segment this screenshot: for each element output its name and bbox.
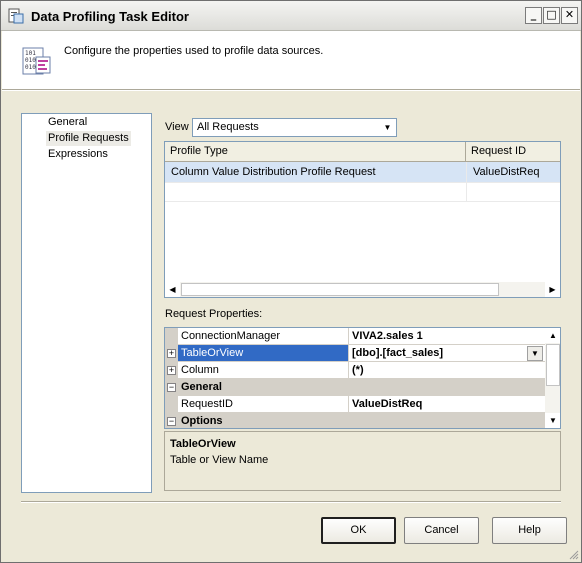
scroll-up-icon[interactable]: ▲ (545, 328, 560, 343)
category-name: Options (181, 415, 223, 427)
property-grid: ConnectionManager VIVA2.sales 1 + TableO… (164, 327, 561, 429)
row-margin (165, 328, 178, 345)
cell-profile-type: Column Value Distribution Profile Reques… (171, 166, 376, 178)
vertical-scrollbar[interactable]: ▲ ▼ (545, 328, 560, 428)
property-description-pane: TableOrView Table or View Name (164, 431, 561, 491)
nav-item-profile-requests[interactable]: Profile Requests (46, 131, 131, 146)
maximize-icon: □ (546, 8, 557, 21)
property-row-table-or-view[interactable]: + TableOrView [dbo].[fact_sales] ▼ (165, 345, 545, 362)
column-header-profile-type[interactable]: Profile Type (170, 145, 228, 157)
property-value[interactable]: (*) (352, 364, 364, 376)
column-line (348, 345, 349, 362)
minimize-icon: _ (530, 8, 537, 21)
nav-item-general[interactable]: General (46, 115, 89, 130)
svg-text:010: 010 (25, 64, 36, 71)
nav-list: General Profile Requests Expressions (21, 113, 152, 493)
property-name: Column (181, 364, 219, 376)
property-row-column[interactable]: + Column (*) (165, 362, 545, 379)
scroll-thumb[interactable] (181, 283, 499, 296)
help-button[interactable]: Help (492, 517, 567, 544)
footer-divider-highlight (21, 502, 561, 503)
header-description: Configure the properties used to profile… (64, 45, 324, 57)
dropdown-arrow-icon[interactable]: ▼ (527, 346, 543, 361)
column-header-request-id[interactable]: Request ID (471, 145, 526, 157)
row-line (165, 201, 560, 202)
requests-grid: Profile Type Request ID Column Value Dis… (164, 141, 561, 298)
nav-item-expressions[interactable]: Expressions (46, 147, 110, 162)
property-value[interactable]: VIVA2.sales 1 (352, 330, 423, 342)
column-line (466, 162, 467, 202)
maximize-button[interactable]: □ (543, 7, 560, 24)
column-line (348, 328, 349, 345)
view-dropdown[interactable]: All Requests ▼ (192, 118, 397, 137)
category-name: General (181, 381, 222, 393)
title-bar[interactable]: Data Profiling Task Editor _ □ ✕ (1, 1, 581, 31)
row-line (165, 182, 560, 183)
expand-plus-icon[interactable]: + (167, 349, 176, 358)
property-name: RequestID (181, 398, 233, 410)
close-icon: ✕ (564, 8, 575, 21)
request-properties-label: Request Properties: (165, 308, 263, 320)
horizontal-scrollbar[interactable]: ◀ ▶ (165, 282, 560, 297)
category-row-general[interactable]: − General (165, 379, 545, 396)
property-name: TableOrView (181, 347, 244, 359)
app-icon (8, 8, 24, 24)
collapse-minus-icon[interactable]: − (167, 383, 176, 392)
column-line (348, 362, 349, 379)
scroll-down-icon[interactable]: ▼ (545, 413, 560, 428)
cell-request-id: ValueDistReq (473, 166, 540, 178)
property-value[interactable]: ValueDistReq (352, 398, 422, 410)
view-dropdown-value: All Requests (197, 121, 259, 133)
column-separator[interactable] (465, 142, 466, 162)
resize-grip-icon[interactable] (567, 548, 579, 560)
cancel-button[interactable]: Cancel (404, 517, 479, 544)
property-name: ConnectionManager (181, 330, 281, 342)
ok-button[interactable]: OK (321, 517, 396, 544)
svg-text:101: 101 (25, 50, 36, 57)
column-line (348, 396, 349, 413)
scroll-thumb[interactable] (546, 344, 560, 386)
header-banner: 101 010 010 Configure the properties use… (2, 31, 580, 89)
minimize-button[interactable]: _ (525, 7, 542, 24)
category-row-options[interactable]: − Options (165, 413, 545, 428)
close-button[interactable]: ✕ (561, 7, 578, 24)
property-value[interactable]: [dbo].[fact_sales] (352, 347, 443, 359)
collapse-minus-icon[interactable]: − (167, 417, 176, 426)
description-text: Table or View Name (170, 454, 269, 466)
table-row[interactable]: Column Value Distribution Profile Reques… (165, 162, 560, 182)
scroll-right-icon[interactable]: ▶ (545, 282, 560, 297)
property-row-request-id[interactable]: RequestID ValueDistReq (165, 396, 545, 413)
header-divider-highlight (2, 90, 580, 91)
profile-doc-icon: 101 010 010 (22, 47, 51, 75)
property-row-connection-manager[interactable]: ConnectionManager VIVA2.sales 1 (165, 328, 545, 345)
description-title: TableOrView (170, 438, 236, 450)
expand-plus-icon[interactable]: + (167, 366, 176, 375)
svg-text:010: 010 (25, 57, 36, 64)
view-label: View (165, 121, 189, 133)
window-title: Data Profiling Task Editor (31, 9, 189, 24)
dropdown-arrow-icon[interactable]: ▼ (380, 120, 395, 135)
scroll-left-icon[interactable]: ◀ (165, 282, 180, 297)
requests-grid-header: Profile Type Request ID (165, 142, 560, 162)
row-margin (165, 396, 178, 413)
dialog-window: Data Profiling Task Editor _ □ ✕ 101 010… (0, 0, 582, 563)
